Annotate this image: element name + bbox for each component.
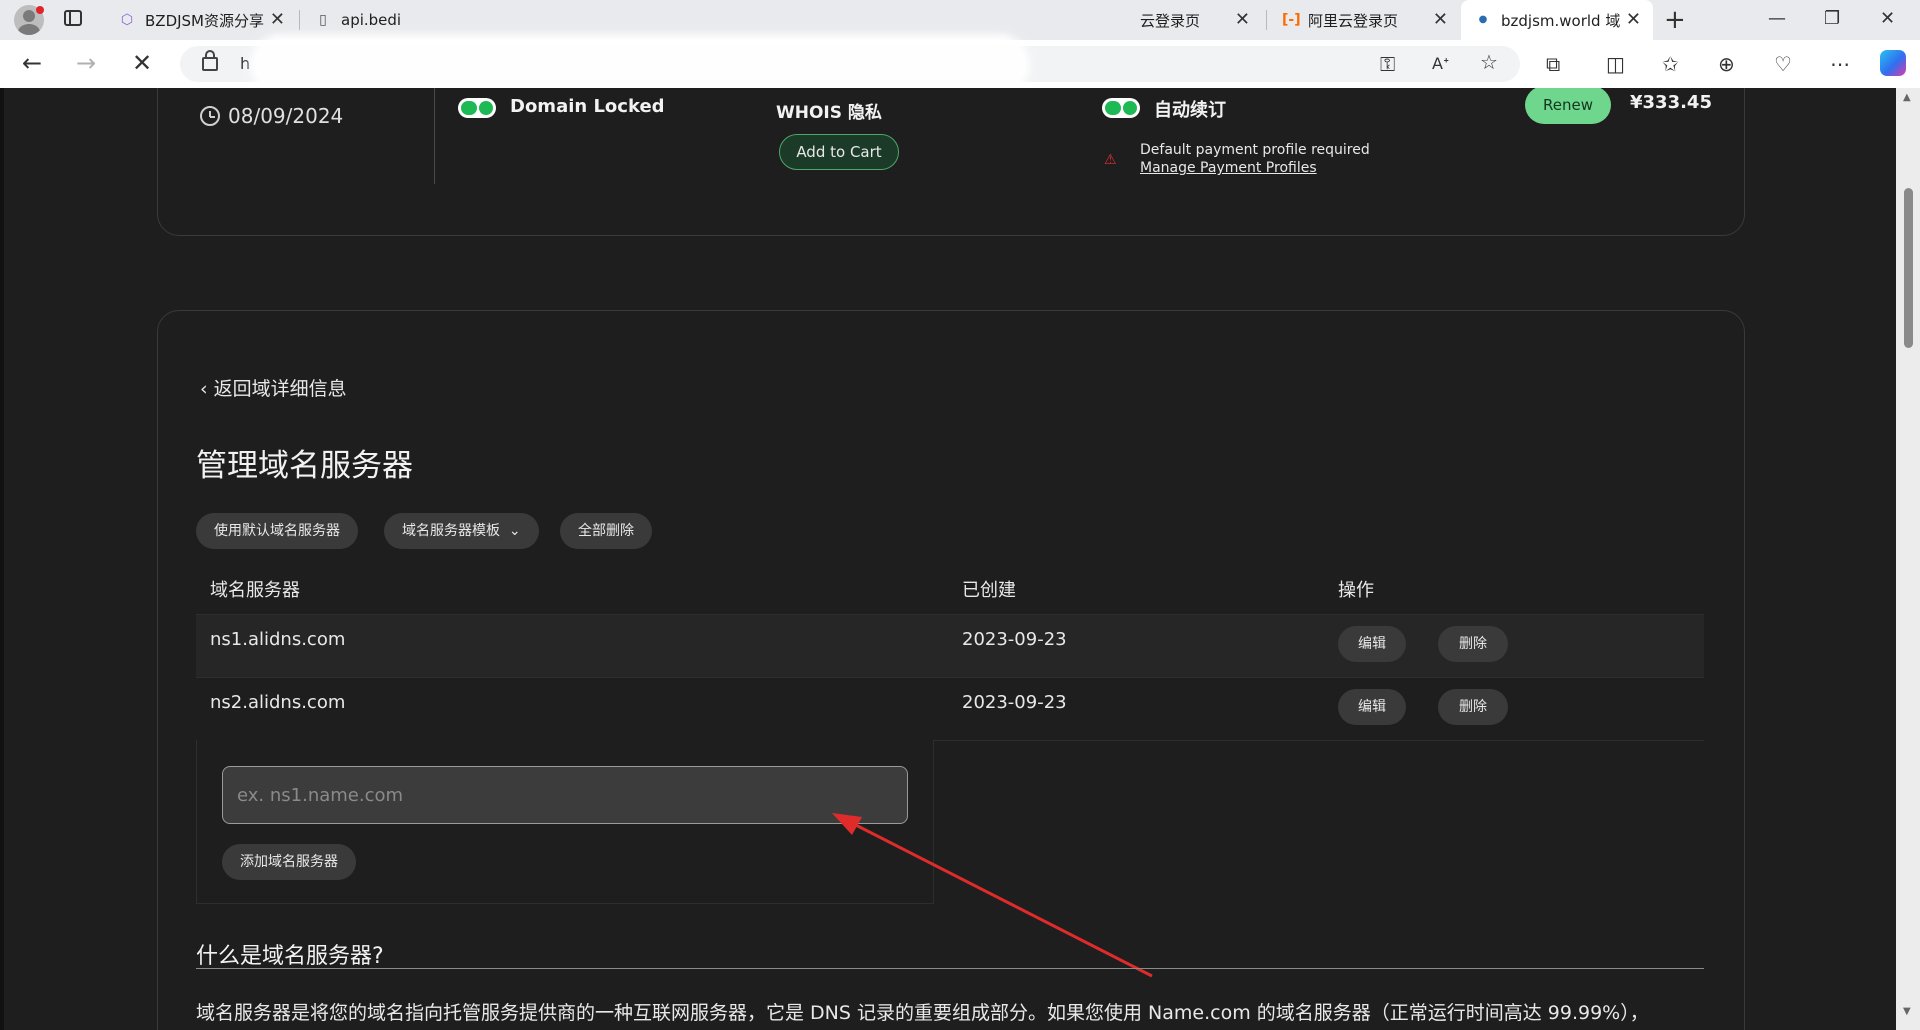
stop-loading-icon[interactable]: ✕ — [132, 50, 152, 76]
read-aloud-icon[interactable]: Aᐩ — [1432, 52, 1449, 76]
page-scrollbar[interactable]: ▲ ▼ — [1896, 88, 1920, 1030]
close-window-icon[interactable]: ✕ — [1880, 8, 1895, 29]
divider — [196, 968, 1704, 969]
back-arrow-icon[interactable]: ← — [22, 50, 42, 76]
favorite-star-icon[interactable]: ☆ — [1480, 50, 1498, 74]
copilot-icon[interactable] — [1880, 50, 1906, 76]
tab-actions-icon[interactable] — [64, 10, 82, 26]
tab-bzdjsm[interactable]: ⬡ BZDJSM资源分享 ✕ — [105, 0, 297, 40]
loading-icon: ● — [1478, 14, 1488, 25]
tab-login[interactable]: 云登录页 ✕ — [1070, 0, 1262, 40]
tab-bzdjsm-world[interactable]: ● bzdjsm.world 域 ✕ — [1461, 0, 1653, 40]
scrollbar-thumb[interactable] — [1904, 188, 1913, 348]
scroll-up-icon[interactable]: ▲ — [1903, 92, 1911, 103]
page-content: 08/09/2024 Domain Locked WHOIS 隐私 Add to… — [4, 88, 1896, 1030]
close-tab-icon[interactable]: ✕ — [1626, 10, 1641, 30]
close-tab-icon[interactable]: ✕ — [1235, 10, 1250, 30]
minimize-icon[interactable]: — — [1768, 8, 1786, 29]
restore-icon[interactable]: ❐ — [1824, 8, 1840, 29]
new-tab-icon[interactable]: + — [1664, 6, 1686, 34]
annotation-arrow — [832, 813, 1153, 978]
tab-separator — [299, 10, 300, 30]
scroll-down-icon[interactable]: ▼ — [1903, 1006, 1911, 1017]
performance-icon[interactable]: ♡ — [1774, 52, 1792, 76]
forward-arrow-icon[interactable]: → — [76, 50, 96, 76]
split-screen-icon[interactable]: ◫ — [1606, 52, 1625, 76]
redaction-scribble — [250, 34, 1030, 96]
tab-aliyun-login[interactable]: [-] 阿里云登录页 ✕ — [1268, 0, 1460, 40]
faq-paragraph: 域名服务器是将您的域名指向托管服务提供商的一种互联网服务器，它是 DNS 记录的… — [196, 1002, 1649, 1024]
lock-icon[interactable] — [202, 50, 218, 71]
close-tab-icon[interactable]: ✕ — [1433, 10, 1448, 30]
favorites-icon[interactable]: ✩ — [1662, 52, 1679, 76]
close-tab-icon[interactable]: ✕ — [270, 10, 285, 30]
page-icon: ▯ — [319, 12, 327, 28]
key-icon[interactable]: ⚿ — [1380, 52, 1395, 76]
more-menu-icon[interactable]: ⋯ — [1830, 52, 1850, 76]
url-text[interactable]: h — [240, 54, 250, 73]
aliyun-logo-icon: [-] — [1282, 12, 1301, 28]
notification-dot — [36, 6, 44, 14]
faq-heading: 什么是域名服务器? — [196, 944, 384, 969]
collections-icon[interactable]: ⊕ — [1718, 52, 1735, 76]
cube-icon: ⬡ — [120, 12, 134, 28]
extensions-icon[interactable]: ⧉ — [1546, 52, 1560, 76]
tab-separator — [1266, 10, 1267, 30]
